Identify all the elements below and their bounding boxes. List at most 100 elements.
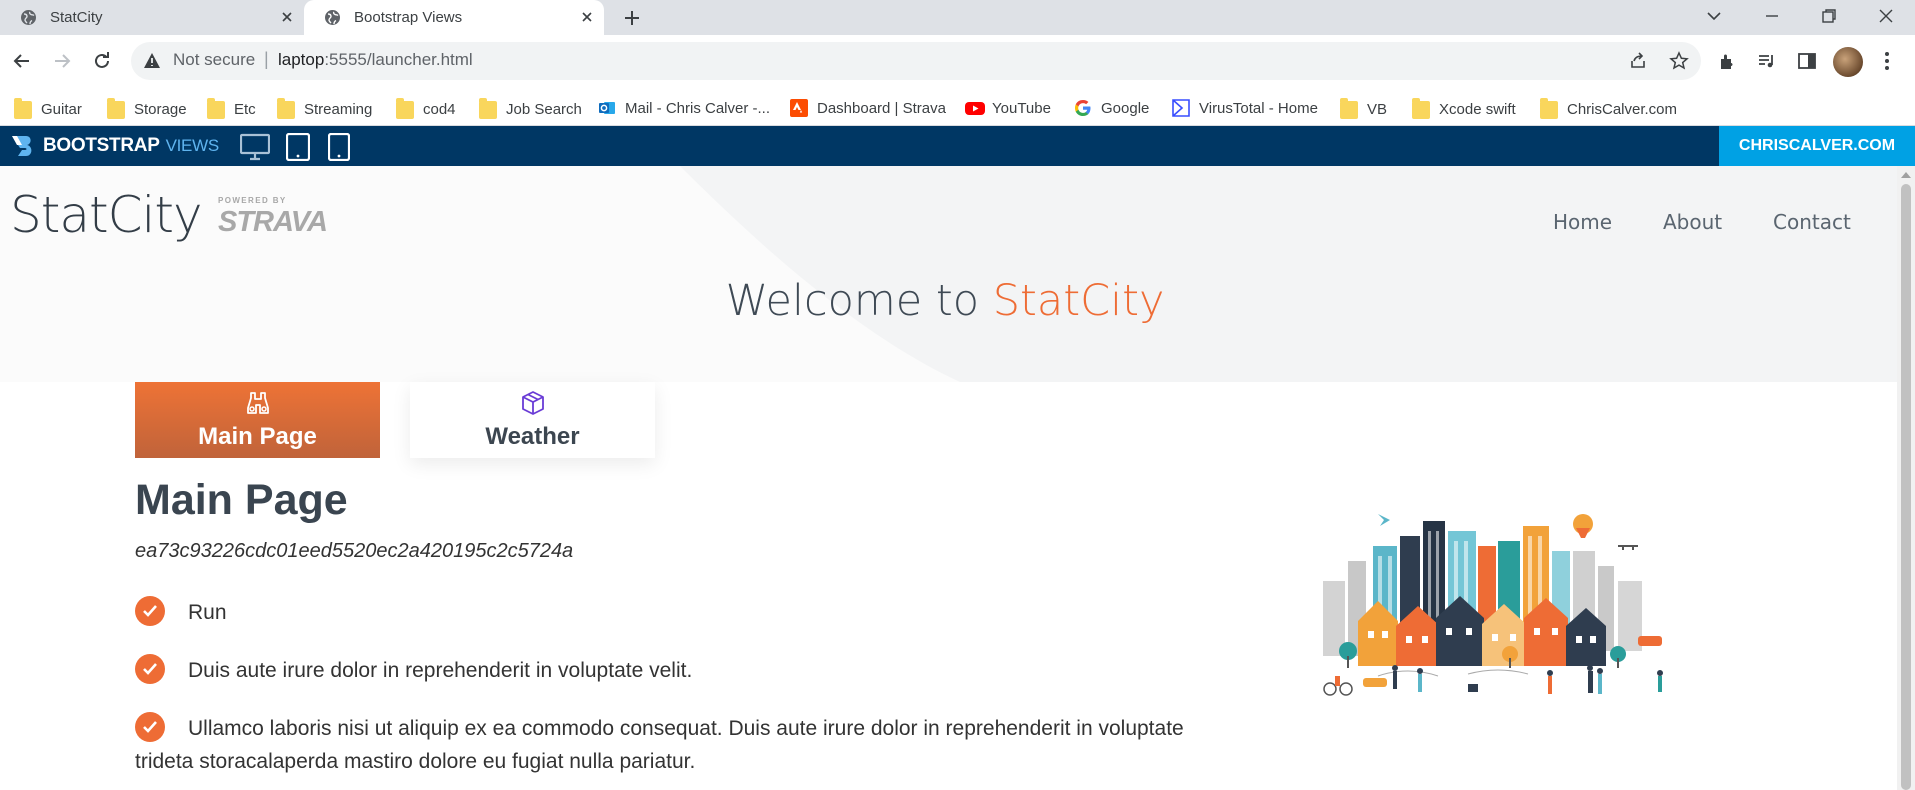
url-host: laptop — [278, 50, 325, 69]
window-close-icon[interactable] — [1877, 7, 1895, 25]
bookmark-label: Guitar — [41, 100, 82, 118]
scrollbar-thumb[interactable] — [1901, 184, 1911, 790]
bookmark-label: Google — [1101, 99, 1150, 117]
restore-icon[interactable] — [1820, 7, 1838, 25]
bookmark-label: Streaming — [304, 100, 373, 118]
bookmark-guitar[interactable]: Guitar — [14, 98, 82, 119]
close-icon[interactable] — [580, 10, 594, 24]
bookmark-mail[interactable]: Mail - Chris Calver -... — [598, 99, 770, 117]
bookmarks-bar: Guitar Storage Etc Streaming cod4 Job Se… — [0, 91, 1915, 126]
welcome-accent: StatCity — [992, 276, 1165, 326]
new-tab-plus-icon[interactable] — [622, 8, 642, 28]
bookmark-job-search[interactable]: Job Search — [479, 98, 582, 119]
bootstrap-views-logo[interactable]: BOOTSTRAP VIEWS — [10, 133, 219, 159]
bookmark-storage[interactable]: Storage — [107, 98, 187, 119]
powered-by-label: POWERED BY — [218, 196, 287, 205]
bookmark-label: ChrisCalver.com — [1567, 100, 1678, 118]
folder-icon — [14, 98, 32, 119]
browser-toolbar: Not secure | laptop:5555/launcher.html — [0, 35, 1915, 91]
youtube-icon — [965, 99, 985, 117]
outlook-icon — [598, 99, 616, 117]
mobile-icon[interactable] — [328, 133, 350, 161]
nav-home[interactable]: Home — [1553, 210, 1612, 234]
star-bookmark-icon[interactable] — [1669, 51, 1689, 71]
tablet-icon[interactable] — [286, 133, 310, 161]
site-brand-logo[interactable]: StatCity — [10, 186, 203, 244]
url-text[interactable]: laptop:5555/launcher.html — [278, 50, 473, 70]
bootstrap-views-bar: BOOTSTRAP VIEWS CHRISCALVER.COM — [0, 126, 1915, 166]
bookmark-label: Etc — [234, 100, 256, 118]
commit-hash: ea73c93226cdc01eed5520ec2a420195c2c5724a — [135, 540, 574, 562]
bookmark-label: Mail - Chris Calver -... — [625, 99, 771, 117]
close-icon[interactable] — [280, 10, 294, 24]
checklist-item: Run — [135, 596, 1215, 629]
folder-icon — [1340, 98, 1358, 119]
strava-icon — [790, 99, 808, 117]
kebab-menu-icon[interactable] — [1882, 51, 1892, 71]
bookmark-cod4[interactable]: cod4 — [396, 98, 456, 119]
check-circle-icon — [135, 596, 165, 626]
folder-icon — [479, 98, 497, 119]
folder-icon — [107, 98, 125, 119]
tab-main-page[interactable]: Main Page — [135, 382, 380, 458]
bookmark-xcode-swift[interactable]: Xcode swift — [1412, 98, 1516, 119]
bookmark-label: Xcode swift — [1439, 100, 1516, 118]
extensions-puzzle-icon[interactable] — [1718, 51, 1738, 71]
scroll-up-arrow-icon[interactable] — [1901, 172, 1911, 178]
bv-logo-main: BOOTSTRAP — [43, 135, 160, 156]
bookmark-label: YouTube — [992, 99, 1051, 117]
bookmark-vb[interactable]: VB — [1340, 98, 1387, 119]
bookmark-strava[interactable]: Dashboard | Strava — [790, 99, 946, 117]
browser-tab-strip: StatCity Bootstrap Views — [0, 0, 1915, 35]
page-scrollbar[interactable] — [1897, 166, 1915, 790]
box-icon — [520, 390, 546, 416]
tab-title: Bootstrap Views — [354, 9, 463, 26]
side-panel-icon[interactable] — [1797, 51, 1817, 71]
url-separator: | — [264, 49, 269, 69]
browser-tab-statcity[interactable]: StatCity — [0, 0, 304, 35]
profile-avatar[interactable] — [1833, 47, 1863, 77]
back-arrow-icon[interactable] — [12, 51, 32, 71]
bookmark-label: Dashboard | Strava — [817, 99, 946, 117]
security-label[interactable]: Not secure — [173, 50, 255, 70]
minimize-icon[interactable] — [1763, 7, 1781, 25]
checklist-item: Ullamco laboris nisi ut aliquip ex ea co… — [135, 712, 1215, 778]
bookmark-google[interactable]: Google — [1074, 99, 1149, 117]
folder-icon — [396, 98, 414, 119]
share-icon[interactable] — [1628, 51, 1648, 71]
bookmark-label: cod4 — [423, 100, 456, 118]
nav-contact[interactable]: Contact — [1773, 210, 1851, 234]
binoculars-icon — [245, 390, 271, 416]
browser-tab-bootstrap-views[interactable]: Bootstrap Views — [304, 0, 604, 35]
bv-logo-mark-icon — [10, 133, 38, 159]
site-page: StatCity POWERED BY STRAVA Home About Co… — [0, 166, 1897, 790]
tab-search-chevron-icon[interactable] — [1705, 7, 1723, 25]
media-queue-icon[interactable] — [1757, 51, 1777, 71]
powered-by-strava: POWERED BY STRAVA — [218, 196, 328, 237]
reload-icon[interactable] — [92, 51, 112, 71]
bookmark-streaming[interactable]: Streaming — [277, 98, 373, 119]
checklist-text: Ullamco laboris nisi ut aliquip ex ea co… — [135, 717, 1184, 773]
bookmark-label: Storage — [134, 100, 187, 118]
virustotal-icon — [1172, 99, 1190, 117]
bookmark-label: VirusTotal - Home — [1199, 99, 1318, 117]
globe-icon — [20, 9, 37, 26]
city-illustration — [1323, 514, 1663, 696]
bv-logo-sub: VIEWS — [165, 136, 220, 155]
folder-icon — [1540, 98, 1558, 119]
bookmark-virustotal[interactable]: VirusTotal - Home — [1172, 99, 1318, 117]
bookmark-chriscalver[interactable]: ChrisCalver.com — [1540, 98, 1678, 119]
section-title: Main Page — [135, 476, 348, 524]
tab-title: StatCity — [50, 9, 103, 26]
warning-triangle-icon[interactable] — [143, 52, 161, 69]
address-bar[interactable]: Not secure | laptop:5555/launcher.html — [131, 42, 1701, 80]
bookmark-youtube[interactable]: YouTube — [965, 99, 1051, 117]
nav-about[interactable]: About — [1663, 210, 1722, 234]
desktop-icon[interactable] — [240, 133, 270, 161]
bookmark-etc[interactable]: Etc — [207, 98, 256, 119]
tab-weather[interactable]: Weather — [410, 382, 655, 458]
forward-arrow-icon[interactable] — [52, 51, 72, 71]
chriscalver-link-button[interactable]: CHRISCALVER.COM — [1719, 126, 1915, 166]
folder-icon — [277, 98, 295, 119]
checklist-text: Duis aute irure dolor in reprehenderit i… — [188, 659, 693, 682]
